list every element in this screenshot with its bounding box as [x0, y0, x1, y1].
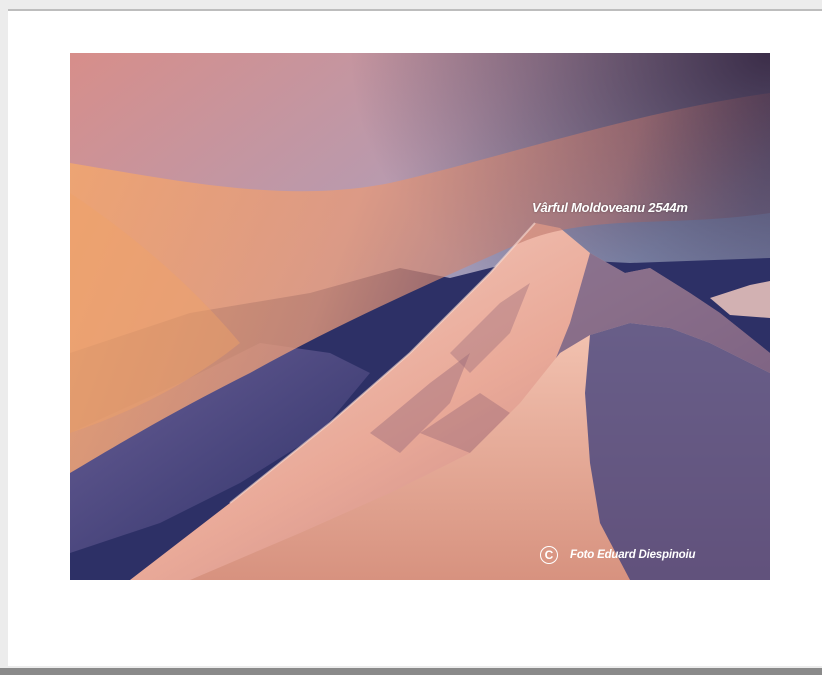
bottom-divider [0, 668, 822, 675]
copyright-icon: C [540, 546, 558, 564]
photo-credit: C Foto Eduard Diespinoiu [540, 546, 695, 564]
credit-text: Foto Eduard Diespinoiu [570, 549, 696, 561]
peak-label: Vârful Moldoveanu 2544m [532, 200, 688, 215]
mountain-photo: Vârful Moldoveanu 2544m C Foto Eduard Di… [70, 53, 770, 580]
mountain-photo-art [70, 53, 770, 580]
